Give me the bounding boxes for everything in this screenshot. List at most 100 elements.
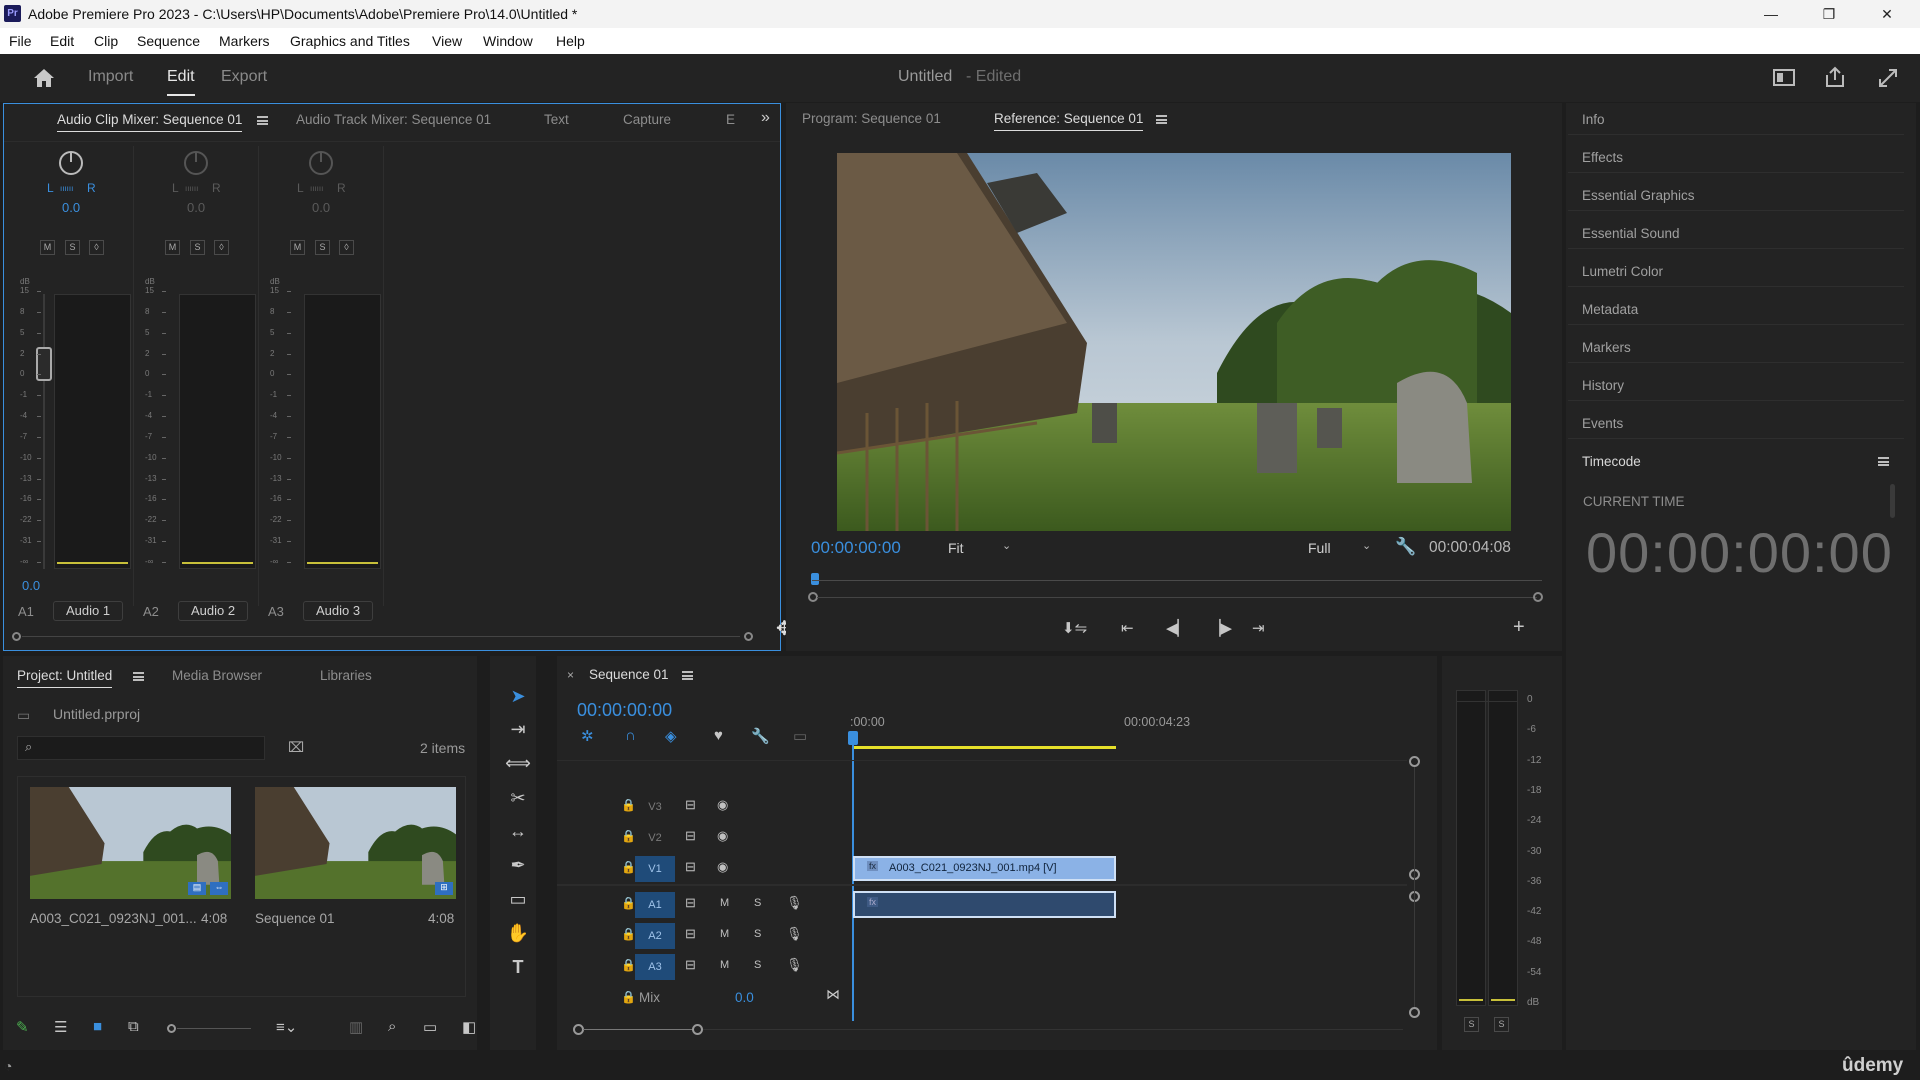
tab-reference-monitor[interactable]: Reference: Sequence 01 (994, 111, 1144, 131)
tab-sequence-01[interactable]: Sequence 01 (589, 667, 669, 682)
quality-dropdown[interactable]: Full ⌄ (1300, 537, 1380, 559)
slip-tool-icon[interactable]: ↔ (505, 818, 531, 844)
home-icon[interactable] (31, 66, 57, 90)
tab-audio-track-mixer[interactable]: Audio Track Mixer: Sequence 01 (296, 112, 491, 127)
timecode-scrollbar[interactable] (1890, 484, 1895, 518)
go-to-in-icon[interactable]: ⇤ (1121, 619, 1134, 637)
step-forward-icon[interactable]: ▕▶ (1209, 619, 1232, 637)
panel-menu-icon[interactable] (1156, 115, 1167, 124)
lock-icon[interactable]: 🔒 (621, 896, 636, 910)
tab-overflow-e[interactable]: E (726, 112, 735, 127)
menu-graphics-and-titles[interactable]: Graphics and Titles (290, 33, 410, 49)
pan-knob-a2[interactable] (184, 151, 208, 175)
eye-icon[interactable]: ◉ (717, 797, 728, 813)
panel-item-effects[interactable]: Effects (1568, 143, 1904, 173)
track-target-a3[interactable]: A3 (635, 954, 675, 980)
tab-text[interactable]: Text (544, 112, 569, 127)
freeform-view-icon[interactable]: ⧉ (128, 1018, 139, 1035)
hand-tool-icon[interactable]: ✋ (505, 920, 531, 946)
hscroll-thumb[interactable] (583, 1029, 693, 1030)
tab-libraries[interactable]: Libraries (320, 668, 372, 683)
new-item-icon[interactable]: ◧ (462, 1018, 476, 1036)
lock-icon[interactable]: 🔒 (621, 798, 636, 812)
solo-left-button[interactable]: S (1464, 1017, 1479, 1032)
solo-right-button[interactable]: S (1494, 1017, 1509, 1032)
icon-view-icon[interactable]: ■ (93, 1018, 102, 1035)
list-view-icon[interactable]: ☰ (54, 1018, 67, 1036)
panel-item-essential-graphics[interactable]: Essential Graphics (1568, 181, 1904, 211)
record-button-a3[interactable]: ◊ (339, 240, 354, 255)
pan-knob-a1[interactable] (59, 151, 83, 175)
solo-button-a2[interactable]: S (190, 240, 205, 255)
share-icon[interactable] (1824, 66, 1846, 91)
type-tool-icon[interactable]: T (505, 954, 531, 980)
menu-edit[interactable]: Edit (50, 33, 74, 49)
monitor-zoom-bar[interactable] (817, 597, 1537, 598)
new-search-bin-icon[interactable]: ⌧ (288, 739, 304, 756)
new-bin-icon[interactable]: ▭ (423, 1018, 437, 1036)
monitor-ruler[interactable] (812, 580, 1542, 581)
project-item-thumbnail-sequence[interactable]: ⊞ (255, 787, 456, 899)
captions-icon[interactable]: ▭ (793, 727, 807, 745)
snap-magnet-icon[interactable]: ∩ (625, 727, 636, 744)
lift-extract-icon[interactable]: ⬇⇋ (1062, 619, 1087, 637)
panel-menu-icon[interactable] (1878, 457, 1889, 466)
eye-icon[interactable]: ◉ (717, 859, 728, 875)
razor-tool-icon[interactable]: ✂ (505, 785, 531, 811)
panel-item-info[interactable]: Info (1568, 105, 1904, 135)
go-to-out-icon[interactable]: ⇥ (1252, 619, 1265, 637)
monitor-playhead[interactable] (811, 573, 819, 585)
panel-menu-icon[interactable] (682, 671, 693, 680)
menu-clip[interactable]: Clip (94, 33, 118, 49)
pencil-icon[interactable]: ✎ (16, 1018, 29, 1036)
add-button-icon[interactable]: + (1513, 616, 1525, 639)
timeline-settings-wrench-icon[interactable]: 🔧 (751, 727, 770, 745)
sort-icon[interactable]: ≡⌄ (276, 1018, 297, 1036)
zoom-slider-handle[interactable] (167, 1024, 176, 1033)
timeline-playhead-line[interactable] (852, 744, 854, 1021)
step-back-icon[interactable]: ◀▏ (1166, 619, 1189, 637)
sync-lock-icon[interactable]: ⊟ (685, 926, 696, 942)
vscroll-handle[interactable] (1409, 1007, 1420, 1018)
scroll-handle-left[interactable] (12, 632, 21, 641)
program-timecode[interactable]: 00:00:00:00 (811, 538, 901, 558)
automate-to-sequence-icon[interactable]: ▥ (349, 1018, 363, 1036)
lock-icon[interactable]: 🔒 (621, 860, 636, 874)
project-item-thumbnail-clip[interactable]: ▤ ⇔ (30, 787, 231, 899)
linked-selection-icon[interactable]: ◈ (665, 727, 677, 745)
quick-export-panel-icon[interactable] (1773, 69, 1795, 86)
solo-button-a3[interactable]: S (315, 240, 330, 255)
pan-value-a2[interactable]: 0.0 (187, 200, 205, 215)
chevron-right-icon[interactable]: » (761, 109, 770, 127)
lock-icon[interactable]: 🔒 (621, 927, 636, 941)
microphone-icon[interactable]: 🎙 (786, 957, 803, 973)
mute-track-button[interactable]: M (720, 959, 729, 971)
fullscreen-icon[interactable] (1877, 67, 1899, 92)
zoom-slider[interactable] (177, 1028, 251, 1029)
restore-button[interactable]: ❐ (1806, 0, 1852, 28)
lock-icon[interactable]: 🔒 (621, 958, 636, 972)
close-button[interactable]: ✕ (1864, 0, 1910, 28)
tab-program-monitor[interactable]: Program: Sequence 01 (802, 111, 941, 126)
lock-icon[interactable]: 🔒 (621, 990, 636, 1004)
menu-help[interactable]: Help (556, 33, 585, 49)
timeline-timecode[interactable]: 00:00:00:00 (577, 700, 672, 721)
volume-fader-a1[interactable] (36, 347, 52, 381)
mute-button-a3[interactable]: M (290, 240, 305, 255)
nest-icon[interactable]: ✲ (581, 727, 594, 745)
menu-sequence[interactable]: Sequence (137, 33, 200, 49)
mute-track-button[interactable]: M (720, 897, 729, 909)
vertical-scrollbar[interactable] (1414, 767, 1415, 1007)
record-button-a2[interactable]: ◊ (214, 240, 229, 255)
panel-item-events[interactable]: Events (1568, 409, 1904, 439)
panel-item-history[interactable]: History (1568, 371, 1904, 401)
tab-audio-clip-mixer[interactable]: Audio Clip Mixer: Sequence 01 (57, 112, 243, 132)
track-target-v1[interactable]: V1 (635, 856, 675, 882)
mute-track-button[interactable]: M (720, 928, 729, 940)
panel-menu-icon[interactable] (257, 116, 268, 125)
sync-lock-icon[interactable]: ⊟ (685, 797, 696, 813)
volume-value-a1[interactable]: 0.0 (22, 578, 40, 593)
track-select-tool-icon[interactable]: ⇥ (505, 716, 531, 742)
menu-window[interactable]: Window (483, 33, 533, 49)
panel-item-timecode[interactable]: Timecode (1568, 447, 1904, 477)
